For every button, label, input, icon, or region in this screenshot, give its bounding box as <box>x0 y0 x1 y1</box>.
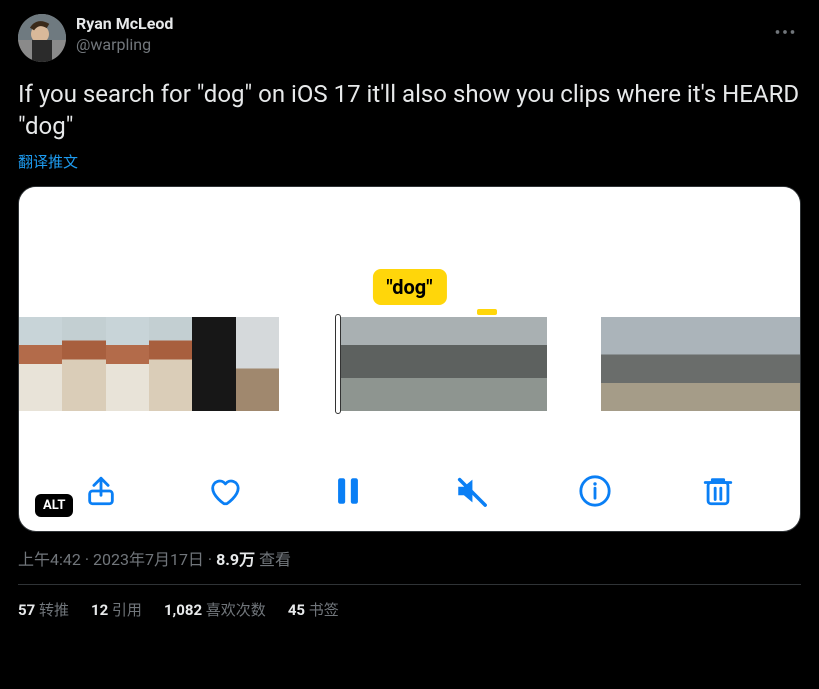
user-block: Ryan McLeod @warpling <box>76 14 173 56</box>
thumbnail-frame <box>62 317 105 411</box>
media-attachment[interactable]: "dog" <box>18 186 801 532</box>
thumbnail-frame <box>667 317 700 411</box>
thumbnail-frame <box>734 317 767 411</box>
clip-group-1 <box>19 317 279 411</box>
video-timeline <box>19 317 800 411</box>
avatar[interactable] <box>18 14 66 62</box>
tweet-time[interactable]: 上午4:42 <box>18 550 81 569</box>
views-count: 8.9万 <box>216 550 255 569</box>
timeline-match-marker <box>477 309 497 315</box>
share-icon[interactable] <box>81 471 121 511</box>
media-controls <box>19 471 800 511</box>
thumbnail-frame <box>601 317 634 411</box>
thumbnail-frame <box>106 317 149 411</box>
mute-icon[interactable] <box>451 471 491 511</box>
translate-link[interactable]: 翻译推文 <box>18 151 78 172</box>
thumbnail-frame <box>701 317 734 411</box>
retweets-stat[interactable]: 57 转推 <box>18 599 69 620</box>
display-name[interactable]: Ryan McLeod <box>76 14 173 35</box>
clip-group-2 <box>335 317 547 411</box>
likes-stat[interactable]: 1,082 喜欢次数 <box>164 599 266 620</box>
trash-icon[interactable] <box>698 471 738 511</box>
user-handle[interactable]: @warpling <box>76 35 173 56</box>
thumbnail-frame <box>341 317 393 411</box>
pause-icon[interactable] <box>328 471 368 511</box>
tweet-meta: 上午4:42 · 2023年7月17日 · 8.9万 查看 <box>18 546 801 585</box>
tweet-header: Ryan McLeod @warpling <box>18 14 801 62</box>
heart-icon[interactable] <box>204 471 244 511</box>
thumbnail-frame <box>393 317 445 411</box>
info-icon[interactable] <box>575 471 615 511</box>
thumbnail-frame <box>634 317 667 411</box>
thumbnail-frame <box>496 317 548 411</box>
search-term-bubble: "dog" <box>372 269 446 305</box>
tweet-container: Ryan McLeod @warpling If you search for … <box>0 0 819 628</box>
views-label[interactable]: 查看 <box>259 550 291 569</box>
bookmarks-stat[interactable]: 45 书签 <box>288 599 339 620</box>
thumbnail-frame <box>444 317 496 411</box>
media-whitespace <box>19 187 800 267</box>
quotes-stat[interactable]: 12 引用 <box>91 599 142 620</box>
tweet-date[interactable]: 2023年7月17日 <box>93 550 204 569</box>
thumbnail-frame <box>767 317 800 411</box>
thumbnail-frame <box>149 317 192 411</box>
tweet-text: If you search for "dog" on iOS 17 it'll … <box>18 78 801 143</box>
tweet-stats: 57 转推 12 引用 1,082 喜欢次数 45 书签 <box>18 599 801 620</box>
more-options-button[interactable] <box>769 14 801 42</box>
clip-group-3 <box>601 317 800 411</box>
alt-badge[interactable]: ALT <box>35 494 73 517</box>
thumbnail-frame <box>236 317 279 411</box>
thumbnail-frame <box>19 317 62 411</box>
thumbnail-frame <box>192 317 235 411</box>
